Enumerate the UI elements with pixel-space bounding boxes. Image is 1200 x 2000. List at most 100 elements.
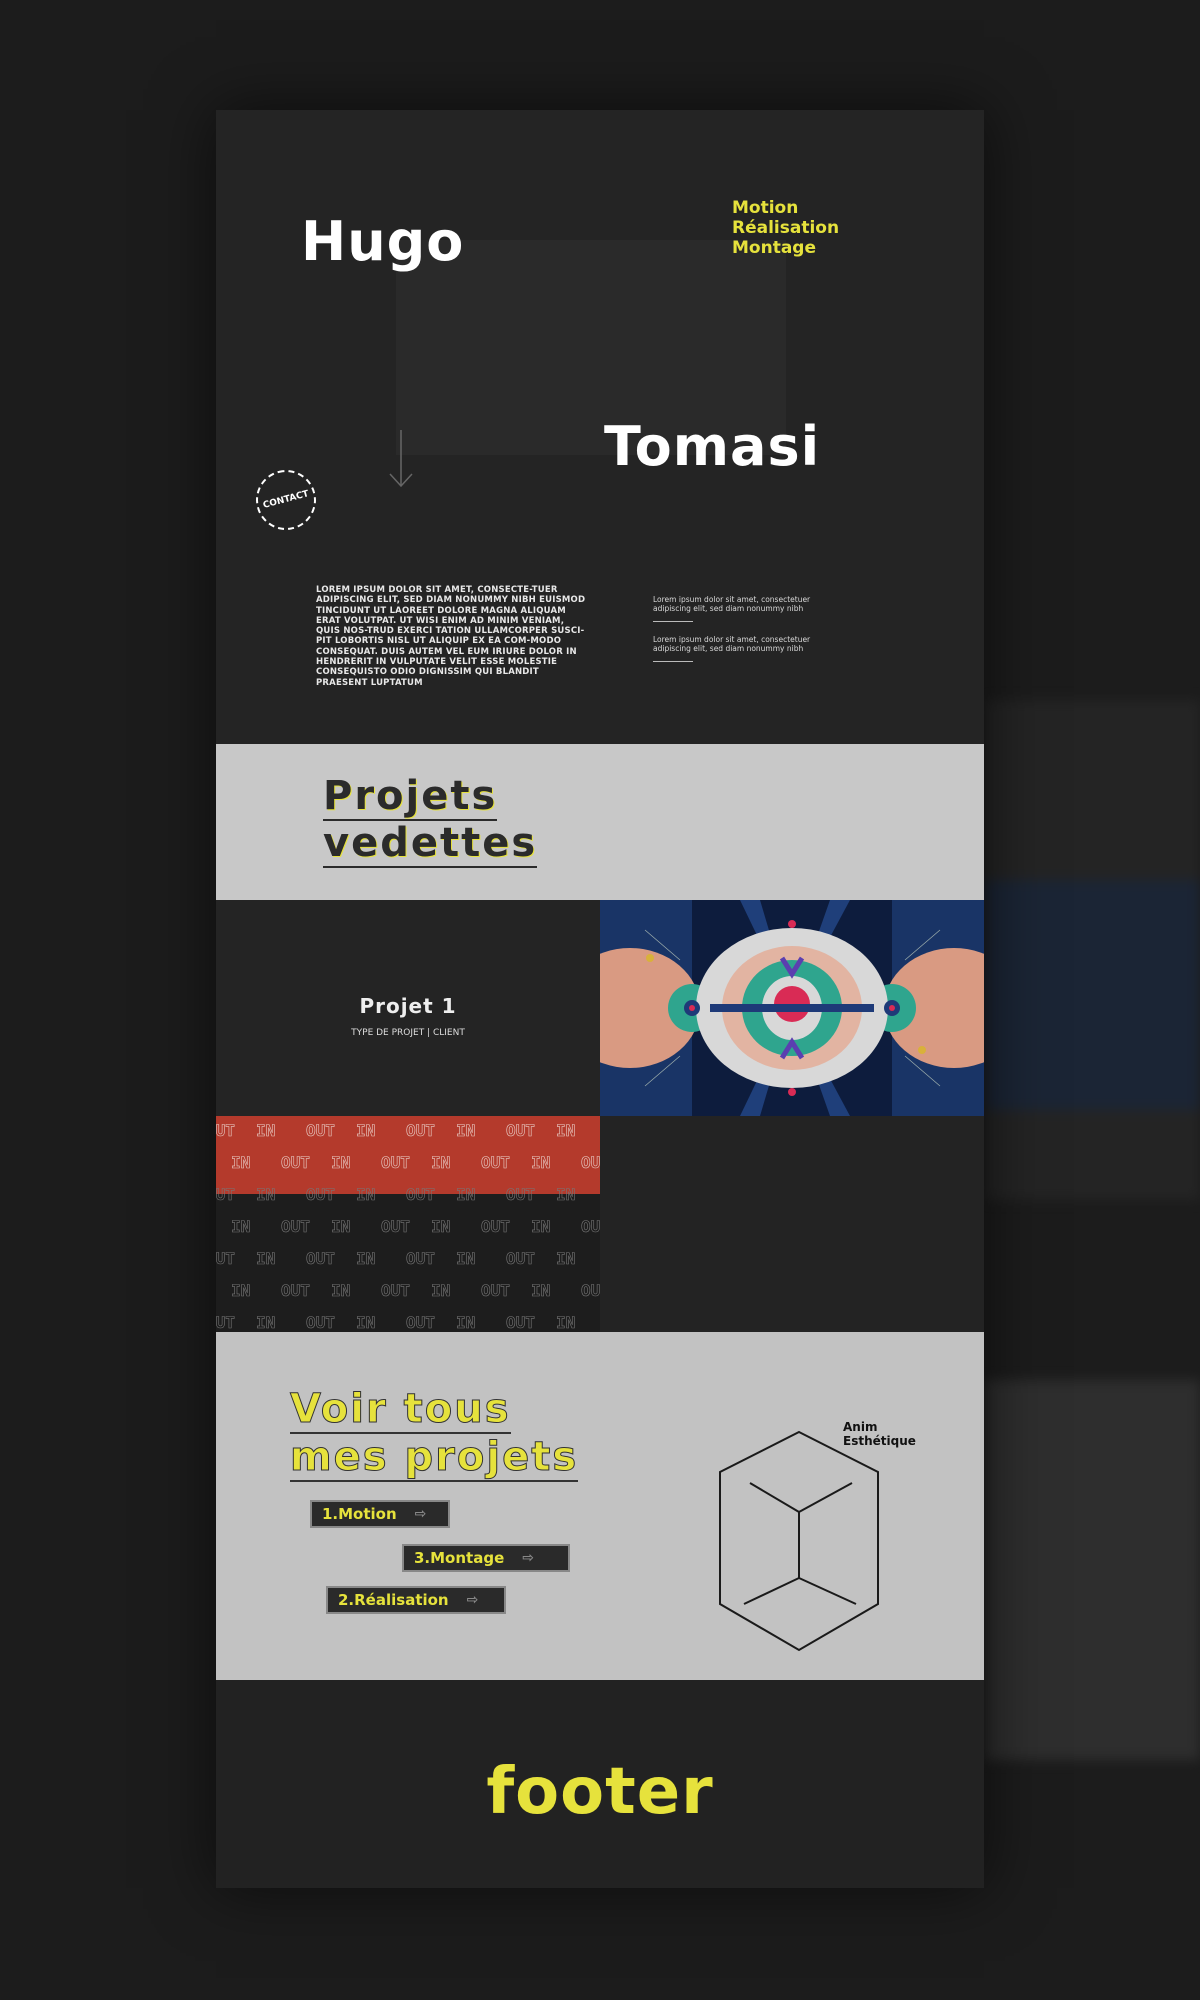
side-notes: Lorem ipsum dolor sit amet, consectetuer… xyxy=(653,595,813,676)
pattern-glyph: IN xyxy=(456,1313,475,1332)
pattern-glyph: IN xyxy=(531,1153,550,1172)
pattern-glyph: IN xyxy=(456,1185,475,1204)
side-note: Lorem ipsum dolor sit amet, consectetuer… xyxy=(653,635,811,653)
pattern-glyph: IN xyxy=(256,1249,275,1268)
pattern-glyph: OUT xyxy=(581,1153,600,1172)
empty-tile xyxy=(600,1116,984,1332)
pattern-glyph: OUT xyxy=(281,1281,310,1300)
pattern-glyph: IN xyxy=(556,1249,575,1268)
pattern-glyph: OUT xyxy=(506,1121,535,1140)
pattern-glyph: OUT xyxy=(581,1281,600,1300)
featured-title-line1: Projets xyxy=(323,773,498,821)
category-button-motion[interactable]: 1.Motion ⇨ xyxy=(310,1500,450,1528)
pattern-glyph: OUT xyxy=(306,1185,335,1204)
divider xyxy=(653,621,693,622)
pattern-glyph: IN xyxy=(231,1217,250,1236)
pattern-glyph: IN xyxy=(331,1153,350,1172)
project-artwork[interactable] xyxy=(600,900,984,1116)
arrow-down-icon xyxy=(389,430,413,488)
arrow-right-icon: ⇨ xyxy=(414,1506,427,1522)
pattern-glyph: IN xyxy=(256,1121,275,1140)
pattern-glyph: IN xyxy=(431,1217,450,1236)
project-pattern-artwork[interactable]: OUT IN OUT IN OUT IN OUT IN IN OUT IN OUT IN OUT IN OUT… xyxy=(216,1116,600,1332)
pattern-glyph: IN xyxy=(431,1281,450,1300)
pattern-glyph: OUT xyxy=(581,1217,600,1236)
pattern-glyph: IN xyxy=(231,1153,250,1172)
contact-button[interactable]: CONTACT xyxy=(249,463,323,537)
pattern-glyph: OUT xyxy=(481,1153,510,1172)
out-in-pattern-image: OUT IN OUT IN OUT IN OUT IN IN OUT IN OUT IN OUT IN OUT… xyxy=(216,1121,600,1332)
first-name: Hugo xyxy=(301,210,465,273)
chip-label: 2.Réalisation xyxy=(338,1591,449,1609)
pattern-glyph: OUT xyxy=(381,1217,410,1236)
contact-label: CONTACT xyxy=(262,489,310,511)
pattern-glyph: IN xyxy=(531,1217,550,1236)
project-meta: TYPE DE PROJET | CLIENT xyxy=(351,1028,465,1038)
footer-label: footer xyxy=(486,1755,714,1829)
pattern-glyph: OUT xyxy=(306,1313,335,1332)
featured-title-line2: vedettes xyxy=(323,820,538,868)
pattern-glyph: OUT xyxy=(481,1217,510,1236)
last-name: Tomasi xyxy=(604,415,821,478)
skill-item[interactable]: Motion xyxy=(732,198,839,218)
pattern-glyph: IN xyxy=(331,1281,350,1300)
category-button-montage[interactable]: 3.Montage ⇨ xyxy=(402,1544,570,1572)
pattern-glyph: OUT xyxy=(506,1249,535,1268)
pattern-glyph: IN xyxy=(356,1121,375,1140)
pattern-glyph: OUT xyxy=(381,1153,410,1172)
pattern-glyph: OUT xyxy=(216,1313,235,1332)
project-title: Projet 1 xyxy=(359,994,457,1018)
pattern-glyph: OUT xyxy=(306,1121,335,1140)
all-projects-title[interactable]: Voir tous mes projets xyxy=(289,1386,579,1482)
pattern-glyph: IN xyxy=(556,1313,575,1332)
chip-label: 3.Montage xyxy=(414,1549,505,1567)
pattern-glyph: OUT xyxy=(216,1185,235,1204)
pattern-glyph: IN xyxy=(556,1121,575,1140)
pattern-glyph: IN xyxy=(431,1153,450,1172)
pattern-glyph: IN xyxy=(556,1185,575,1204)
pattern-glyph: OUT xyxy=(506,1185,535,1204)
arrow-right-icon: ⇨ xyxy=(466,1592,479,1608)
all-projects-title-line1: Voir tous xyxy=(290,1386,511,1434)
pattern-glyph: OUT xyxy=(406,1185,435,1204)
portfolio-page: Hugo Tomasi Motion Réalisation Montage C… xyxy=(216,110,984,1888)
intro-paragraph: LOREM IPSUM DOLOR SIT AMET, CONSECTE-TUE… xyxy=(316,585,586,688)
pattern-glyph: OUT xyxy=(381,1281,410,1300)
cube-icon xyxy=(719,1430,879,1652)
pattern-glyph: IN xyxy=(456,1121,475,1140)
skill-item[interactable]: Montage xyxy=(732,238,839,258)
arrow-right-icon: ⇨ xyxy=(522,1550,534,1566)
footer: footer xyxy=(216,1680,984,1888)
pattern-glyph: OUT xyxy=(406,1249,435,1268)
hero-section: Hugo Tomasi Motion Réalisation Montage C… xyxy=(216,110,984,744)
pattern-glyph: OUT xyxy=(481,1281,510,1300)
project-card[interactable]: Projet 1 TYPE DE PROJET | CLIENT xyxy=(216,900,600,1116)
divider xyxy=(653,661,693,662)
skills-list: Motion Réalisation Montage xyxy=(732,198,839,258)
pattern-glyph: IN xyxy=(256,1185,275,1204)
featured-projects-header: Projets vedettes xyxy=(216,744,984,900)
featured-title: Projets vedettes xyxy=(323,773,538,868)
kaleidoscope-artwork-image xyxy=(600,900,984,1116)
skill-item[interactable]: Réalisation xyxy=(732,218,839,238)
pattern-glyph: OUT xyxy=(281,1153,310,1172)
pattern-glyph: OUT xyxy=(306,1249,335,1268)
pattern-glyph: OUT xyxy=(506,1313,535,1332)
pattern-glyph: IN xyxy=(356,1313,375,1332)
category-button-realisation[interactable]: 2.Réalisation ⇨ xyxy=(326,1586,506,1614)
pattern-glyph: IN xyxy=(356,1249,375,1268)
pattern-glyph: IN xyxy=(331,1217,350,1236)
pattern-glyph: OUT xyxy=(216,1121,235,1140)
pattern-glyph: OUT xyxy=(406,1121,435,1140)
chip-label: 1.Motion xyxy=(322,1505,397,1523)
pattern-glyph: IN xyxy=(456,1249,475,1268)
pattern-glyph: OUT xyxy=(216,1249,235,1268)
pattern-glyph: IN xyxy=(531,1281,550,1300)
pattern-glyph: OUT xyxy=(406,1313,435,1332)
pattern-glyph: IN xyxy=(356,1185,375,1204)
pattern-glyph: IN xyxy=(231,1281,250,1300)
pattern-glyph: OUT xyxy=(281,1217,310,1236)
pattern-glyph: IN xyxy=(256,1313,275,1332)
all-projects-title-line2: mes projets xyxy=(289,1434,579,1482)
all-projects-section: Voir tous mes projets 1.Motion ⇨ 3.Monta… xyxy=(216,1332,984,1680)
